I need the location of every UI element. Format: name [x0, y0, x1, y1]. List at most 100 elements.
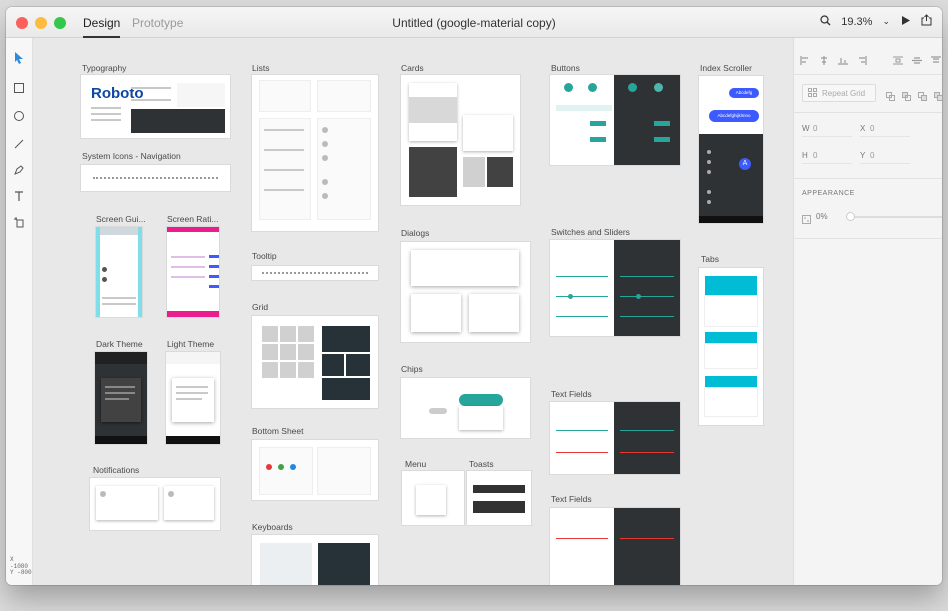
- artboard-label-tooltip[interactable]: Tooltip: [252, 251, 277, 261]
- artboard-label-system-icons[interactable]: System Icons - Navigation: [82, 151, 181, 161]
- close-window-button[interactable]: [16, 17, 28, 29]
- select-arrow-icon[interactable]: [11, 50, 27, 66]
- appearance-heading: APPEARANCE: [802, 190, 855, 197]
- artboard-cards[interactable]: [401, 75, 520, 205]
- index-chip-long: Abcdefghijklmno: [709, 110, 759, 122]
- properties-panel: Repeat Grid W 0 X 0 H 0 Y 0 APPEARANCE 0…: [793, 38, 942, 585]
- artboard-chips[interactable]: [401, 378, 530, 438]
- subtract-boolean-icon[interactable]: [902, 88, 911, 106]
- x-position-field[interactable]: 0: [870, 124, 874, 133]
- align-center-icon[interactable]: [819, 52, 829, 70]
- artboard-label-chips[interactable]: Chips: [401, 364, 423, 374]
- tools-toolbar: X -1080 Y -800: [6, 38, 33, 585]
- artboard-typography[interactable]: Roboto: [81, 75, 230, 138]
- artboard-bottom-sheet[interactable]: [252, 440, 378, 500]
- distribute-vertical-icon[interactable]: [912, 52, 922, 70]
- text-icon[interactable]: [11, 188, 27, 204]
- add-boolean-icon[interactable]: [886, 88, 895, 106]
- artboard-label-dialogs[interactable]: Dialogs: [401, 228, 429, 238]
- height-label: H: [802, 151, 808, 160]
- artboard-system-icons[interactable]: [81, 165, 230, 191]
- artboard-light-theme[interactable]: [166, 352, 220, 444]
- play-preview-icon[interactable]: [900, 15, 911, 29]
- artboard-text-fields-2[interactable]: [550, 508, 680, 585]
- tab-prototype[interactable]: Prototype: [132, 16, 183, 30]
- artboard-label-text-fields-2[interactable]: Text Fields: [551, 494, 592, 504]
- zoom-window-button[interactable]: [54, 17, 66, 29]
- repeat-grid-button[interactable]: Repeat Grid: [802, 84, 876, 102]
- zoom-level[interactable]: 19.3%: [841, 16, 872, 28]
- repeat-grid-label: Repeat Grid: [822, 88, 866, 98]
- artboard-label-grid[interactable]: Grid: [252, 302, 268, 312]
- artboard-label-lists[interactable]: Lists: [252, 63, 269, 73]
- artboard-label-buttons[interactable]: Buttons: [551, 63, 580, 73]
- opacity-value[interactable]: 0%: [816, 212, 828, 221]
- artboard-dialogs[interactable]: [401, 242, 530, 342]
- align-top-icon[interactable]: [931, 52, 941, 70]
- index-chip-short: Abcdefg: [729, 88, 759, 98]
- artboard-tooltip[interactable]: [252, 266, 378, 280]
- intersect-boolean-icon[interactable]: [918, 88, 927, 106]
- x-coordinate-readout: X -1080: [10, 556, 32, 570]
- title-bar: Design Prototype Untitled (google-materi…: [6, 7, 942, 38]
- artboard-label-typography[interactable]: Typography: [82, 63, 126, 73]
- artboard-label-screen-rati[interactable]: Screen Rati...: [167, 214, 219, 224]
- artboard-tabs[interactable]: [699, 268, 763, 425]
- artboard-screen-rati[interactable]: [167, 227, 219, 317]
- align-right-icon[interactable]: [857, 52, 867, 70]
- app-window: Design Prototype Untitled (google-materi…: [6, 7, 942, 585]
- pen-icon[interactable]: [11, 162, 27, 178]
- artboard-label-text-fields-1[interactable]: Text Fields: [551, 389, 592, 399]
- y-position-label: Y: [860, 151, 866, 160]
- artboard-label-light-theme[interactable]: Light Theme: [167, 339, 214, 349]
- artboard-label-toasts[interactable]: Toasts: [469, 459, 494, 469]
- index-avatar: A: [739, 158, 751, 170]
- y-coordinate-readout: Y -800: [10, 569, 32, 576]
- boolean-ops: [886, 88, 942, 106]
- zoom-dropdown-chevron-icon[interactable]: ⌄: [882, 16, 890, 27]
- exclude-boolean-icon[interactable]: [934, 88, 942, 106]
- artboard-label-keyboards[interactable]: Keyboards: [252, 522, 293, 532]
- distribute-horizontal-icon[interactable]: [893, 52, 903, 70]
- ellipse-icon[interactable]: [11, 108, 27, 124]
- x-coordinate-label: X: [10, 556, 14, 563]
- artboard-label-index-scroller[interactable]: Index Scroller: [700, 63, 752, 73]
- align-toolbar: [800, 52, 941, 70]
- artboard-grid[interactable]: [252, 316, 378, 408]
- artboard-label-menu[interactable]: Menu: [405, 459, 426, 469]
- opacity-icon: [802, 211, 811, 229]
- artboard-toasts[interactable]: [467, 471, 531, 525]
- minimize-window-button[interactable]: [35, 17, 47, 29]
- artboard-label-switches[interactable]: Switches and Sliders: [551, 227, 630, 237]
- artboard-screen-gui[interactable]: [96, 227, 142, 317]
- artboard-menu[interactable]: [402, 471, 464, 525]
- align-left-icon[interactable]: [800, 52, 810, 70]
- rectangle-icon[interactable]: [11, 80, 27, 96]
- artboard-notifications[interactable]: [90, 478, 220, 530]
- artboard-index-scroller[interactable]: Abcdefg Abcdefghijklmno A: [699, 76, 763, 223]
- design-canvas[interactable]: Typography Roboto System Icons - Navigat…: [33, 38, 793, 585]
- artboard-label-notifications[interactable]: Notifications: [93, 465, 139, 475]
- artboard-label-cards[interactable]: Cards: [401, 63, 424, 73]
- artboard-lists[interactable]: [252, 75, 378, 231]
- artboard-dark-theme[interactable]: [95, 352, 147, 444]
- artboard-switches[interactable]: [550, 240, 680, 336]
- height-field[interactable]: 0: [813, 151, 817, 160]
- line-icon[interactable]: [11, 136, 27, 152]
- artboard-label-screen-gui[interactable]: Screen Gui...: [96, 214, 146, 224]
- artboard-label-dark-theme[interactable]: Dark Theme: [96, 339, 143, 349]
- artboard-icon[interactable]: [11, 214, 27, 230]
- share-icon[interactable]: [921, 14, 932, 29]
- width-field[interactable]: 0: [813, 124, 817, 133]
- artboard-buttons[interactable]: [550, 75, 680, 165]
- y-position-field[interactable]: 0: [870, 151, 874, 160]
- opacity-slider-thumb[interactable]: [846, 212, 855, 221]
- tab-design[interactable]: Design: [83, 16, 121, 38]
- opacity-slider-track[interactable]: [850, 216, 942, 218]
- align-bottom-icon[interactable]: [838, 52, 848, 70]
- artboard-label-bottom-sheet[interactable]: Bottom Sheet: [252, 426, 304, 436]
- artboard-text-fields-1[interactable]: [550, 402, 680, 474]
- artboard-label-tabs[interactable]: Tabs: [701, 254, 719, 264]
- artboard-keyboards[interactable]: [252, 535, 378, 585]
- x-position-label: X: [860, 124, 866, 133]
